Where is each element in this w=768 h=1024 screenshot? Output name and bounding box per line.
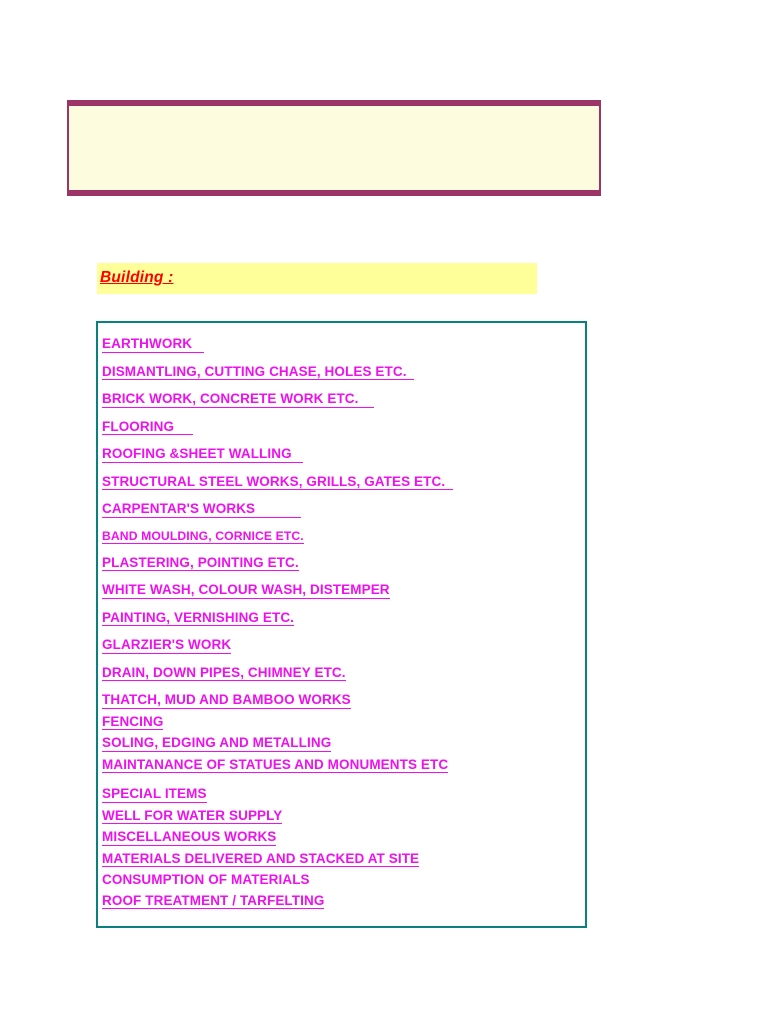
list-item-label: EARTHWORK [102, 336, 204, 353]
list-item-label: MISCELLANEOUS WORKS [102, 829, 277, 846]
list-item-label: CARPENTAR'S WORKS [102, 501, 302, 518]
list-item[interactable]: EARTHWORK [102, 335, 585, 353]
section-heading-label: Building : [100, 269, 174, 286]
work-category-list: EARTHWORK DISMANTLING, CUTTING CHASE, HO… [98, 323, 585, 910]
list-item-label: BAND MOULDING, CORNICE ETC. [102, 528, 304, 544]
list-item-label: GLARZIER'S WORK [102, 637, 232, 654]
list-item[interactable]: WHITE WASH, COLOUR WASH, DISTEMPER [102, 571, 585, 599]
list-item-label: DISMANTLING, CUTTING CHASE, HOLES ETC. [102, 363, 415, 380]
list-item-label: CONSUMPTION OF MATERIALS [102, 872, 310, 888]
list-item[interactable]: MAINTANANCE OF STATUES AND MONUMENTS ETC [102, 752, 585, 774]
list-item[interactable]: PLASTERING, POINTING ETC. [102, 544, 585, 572]
list-item-label: MATERIALS DELIVERED AND STACKED AT SITE [102, 850, 420, 868]
list-item[interactable]: DRAIN, DOWN PIPES, CHIMNEY ETC. [102, 654, 585, 682]
list-item-label: SOLING, EDGING AND METALLING [102, 735, 332, 752]
list-item[interactable]: CONSUMPTION OF MATERIALS [102, 867, 585, 888]
list-item-label: SPECIAL ITEMS [102, 786, 207, 803]
list-item[interactable]: THATCH, MUD AND BAMBOO WORKS [102, 681, 585, 709]
list-item-label: DRAIN, DOWN PIPES, CHIMNEY ETC. [102, 664, 346, 682]
list-item[interactable]: FLOORING [102, 408, 585, 435]
list-item[interactable]: DISMANTLING, CUTTING CHASE, HOLES ETC. [102, 353, 585, 380]
list-item-label: WHITE WASH, COLOUR WASH, DISTEMPER [102, 582, 390, 599]
list-item[interactable]: PAINTING, VERNISHING ETC. [102, 599, 585, 627]
list-item[interactable]: MATERIALS DELIVERED AND STACKED AT SITE [102, 846, 585, 868]
list-item-label: STRUCTURAL STEEL WORKS, GRILLS, GATES ET… [102, 473, 453, 490]
list-item[interactable]: SOLING, EDGING AND METALLING [102, 730, 585, 752]
top-banner-text [69, 106, 599, 118]
work-category-list-box: EARTHWORK DISMANTLING, CUTTING CHASE, HO… [96, 321, 587, 928]
list-item[interactable]: GLARZIER'S WORK [102, 626, 585, 654]
list-item-label: BRICK WORK, CONCRETE WORK ETC. [102, 391, 374, 408]
list-item[interactable]: BRICK WORK, CONCRETE WORK ETC. [102, 380, 585, 408]
list-item[interactable]: BAND MOULDING, CORNICE ETC. [102, 518, 585, 544]
list-item-label: FLOORING [102, 418, 194, 435]
list-item-label: THATCH, MUD AND BAMBOO WORKS [102, 692, 351, 709]
list-item-label: MAINTANANCE OF STATUES AND MONUMENTS ETC [102, 756, 449, 774]
top-banner-box [67, 100, 601, 196]
list-item[interactable]: ROOF TREATMENT / TARFELTING [102, 888, 585, 910]
section-heading-band: Building : [97, 263, 537, 294]
list-item-label: PAINTING, VERNISHING ETC. [102, 609, 295, 627]
list-item-label: ROOF TREATMENT / TARFELTING [102, 892, 325, 910]
list-item-label: PLASTERING, POINTING ETC. [102, 554, 299, 572]
list-item-label: ROOFING &SHEET WALLING [102, 446, 304, 463]
list-item[interactable]: ROOFING &SHEET WALLING [102, 435, 585, 463]
list-item[interactable]: SPECIAL ITEMS [102, 773, 585, 803]
list-item-label: WELL FOR WATER SUPPLY [102, 807, 283, 825]
list-item[interactable]: STRUCTURAL STEEL WORKS, GRILLS, GATES ET… [102, 463, 585, 490]
list-item-label: FENCING [102, 713, 164, 731]
list-item[interactable]: MISCELLANEOUS WORKS [102, 824, 585, 846]
list-item[interactable]: CARPENTAR'S WORKS [102, 490, 585, 518]
list-item[interactable]: FENCING [102, 709, 585, 731]
list-item[interactable]: WELL FOR WATER SUPPLY [102, 803, 585, 825]
